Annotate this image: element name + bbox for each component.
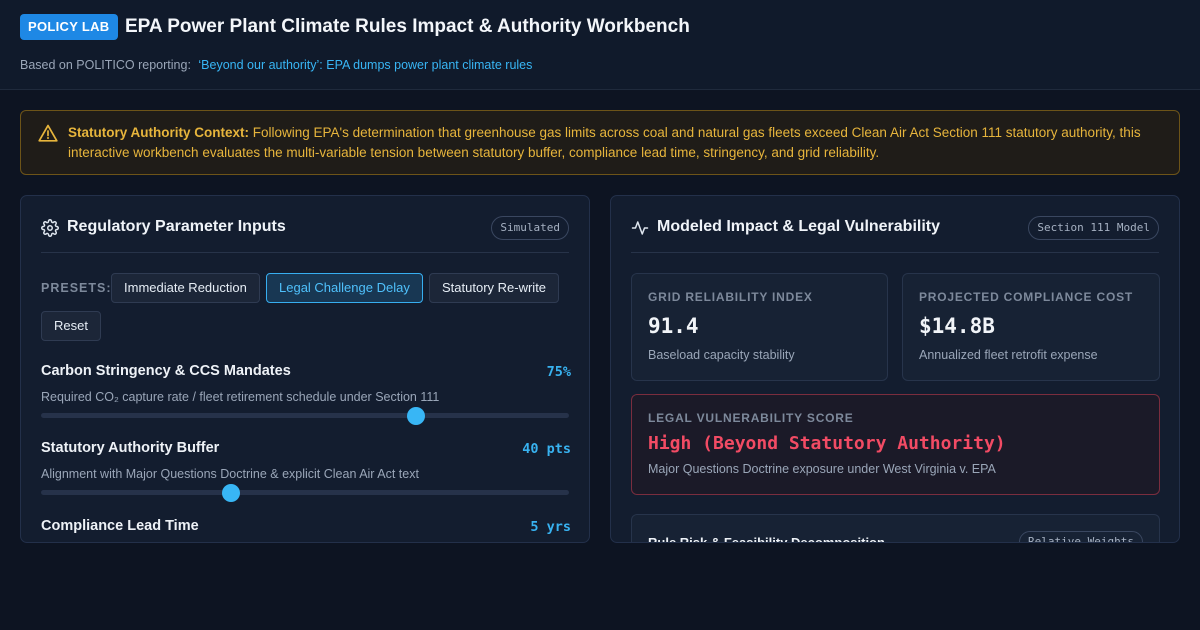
legal-vulnerability-card: LEGAL VULNERABILITY SCORE High (Beyond S… <box>631 394 1160 495</box>
preset-legal-challenge-delay-button[interactable]: Legal Challenge Delay <box>266 273 423 303</box>
param-name: Compliance Lead Time <box>41 518 199 534</box>
slider-thumb[interactable] <box>406 407 425 425</box>
viewport-cutoff <box>0 543 1200 630</box>
preset-immediate-reduction-button[interactable]: Immediate Reduction <box>111 273 260 303</box>
impact-panel-title: Modeled Impact & Legal Vulnerability <box>657 218 941 235</box>
param-value: 5 yrs <box>530 519 571 535</box>
simulated-tag: Simulated <box>491 216 569 240</box>
card-subtitle: Annualized fleet retrofit expense <box>919 348 1098 362</box>
reset-button[interactable]: Reset <box>41 311 101 341</box>
param-name: Carbon Stringency & CCS Mandates <box>41 363 291 379</box>
legal-vulnerability-value: High (Beyond Statutory Authority) <box>648 433 1006 454</box>
app-header: POLICY LAB EPA Power Plant Climate Rules… <box>0 0 1200 90</box>
inputs-panel-header: Regulatory Parameter Inputs Simulated <box>41 196 569 253</box>
compliance-cost-value: $14.8B <box>919 314 995 338</box>
card-label: GRID RELIABILITY INDEX <box>648 290 813 304</box>
warning-triangle-icon <box>38 124 58 142</box>
source-article-link[interactable]: ‘Beyond our authority’: EPA dumps power … <box>198 58 532 72</box>
inputs-panel-title: Regulatory Parameter Inputs <box>67 218 286 235</box>
grid-reliability-value: 91.4 <box>648 314 699 338</box>
slider-thumb[interactable] <box>222 484 241 502</box>
card-label: PROJECTED COMPLIANCE COST <box>919 290 1134 304</box>
risk-decomposition-card: Rule Risk & Feasibility Decomposition Re… <box>631 514 1160 543</box>
source-line: Based on POLITICO reporting: ‘Beyond our… <box>20 58 532 72</box>
impact-panel-header: Modeled Impact & Legal Vulnerability Sec… <box>631 196 1159 253</box>
card-subtitle: Major Questions Doctrine exposure under … <box>648 462 996 476</box>
param-description: Required CO₂ capture rate / fleet retire… <box>41 390 440 404</box>
compliance-cost-card: PROJECTED COMPLIANCE COST $14.8B Annuali… <box>902 273 1160 381</box>
decomposition-title: Rule Risk & Feasibility Decomposition <box>648 535 885 543</box>
statutory-buffer-slider[interactable] <box>41 484 569 502</box>
card-subtitle: Baseload capacity stability <box>648 348 795 362</box>
param-description: Alignment with Major Questions Doctrine … <box>41 467 419 481</box>
section-111-model-tag: Section 111 Model <box>1028 216 1159 240</box>
param-value: 75% <box>546 364 571 380</box>
source-prefix: Based on POLITICO reporting: <box>20 58 191 72</box>
page-title: EPA Power Plant Climate Rules Impact & A… <box>125 16 690 37</box>
gear-icon <box>41 219 59 237</box>
grid-reliability-card: GRID RELIABILITY INDEX 91.4 Baseload cap… <box>631 273 888 381</box>
authority-context-alert: Statutory Authority Context: Following E… <box>20 110 1180 175</box>
relative-weights-tag: Relative Weights <box>1019 531 1143 542</box>
card-label: LEGAL VULNERABILITY SCORE <box>648 411 854 425</box>
activity-pulse-icon <box>631 221 649 235</box>
alert-heading: Statutory Authority Context: <box>68 125 249 140</box>
presets-label: PRESETS: <box>41 281 112 295</box>
param-value: 40 pts <box>522 441 571 457</box>
impact-panel: Modeled Impact & Legal Vulnerability Sec… <box>610 195 1180 543</box>
parameter-inputs-panel: Regulatory Parameter Inputs Simulated PR… <box>20 195 590 543</box>
preset-statutory-rewrite-button[interactable]: Statutory Re-write <box>429 273 560 303</box>
param-name: Statutory Authority Buffer <box>41 440 220 456</box>
policy-lab-badge: POLICY LAB <box>20 14 118 40</box>
carbon-stringency-slider[interactable] <box>41 407 569 425</box>
